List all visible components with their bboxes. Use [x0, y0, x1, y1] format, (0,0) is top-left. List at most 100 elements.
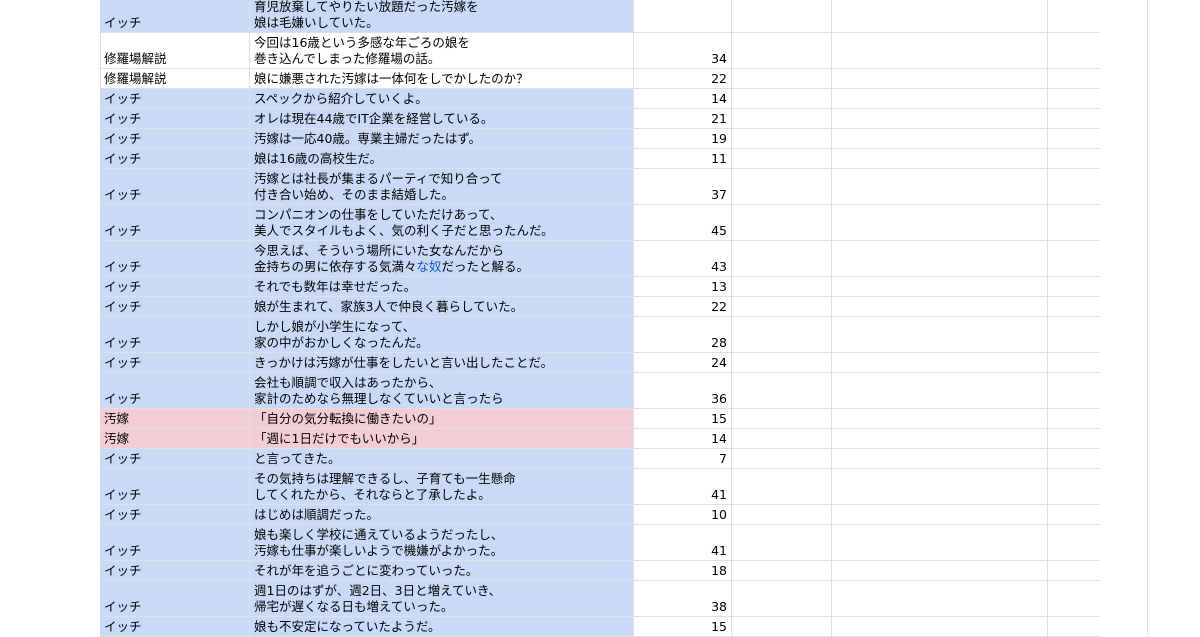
- empty-cell[interactable]: [832, 33, 1048, 68]
- empty-cell[interactable]: [1148, 241, 1200, 276]
- empty-cell[interactable]: [732, 449, 832, 468]
- speaker-cell[interactable]: 修羅場解説: [100, 69, 250, 88]
- speaker-cell[interactable]: イッチ: [100, 277, 250, 296]
- char-count-cell[interactable]: 38: [634, 581, 732, 616]
- speaker-cell[interactable]: イッチ: [100, 205, 250, 240]
- empty-cell[interactable]: [832, 449, 1048, 468]
- empty-cell[interactable]: [1048, 149, 1148, 168]
- empty-cell[interactable]: [832, 169, 1048, 204]
- speaker-cell[interactable]: イッチ: [100, 469, 250, 504]
- empty-cell[interactable]: [832, 0, 1048, 32]
- dialogue-cell[interactable]: しかし娘が小学生になって、 家の中がおかしくなったんだ。: [250, 317, 634, 352]
- empty-cell[interactable]: [1048, 353, 1148, 372]
- empty-cell[interactable]: [1048, 449, 1148, 468]
- char-count-cell[interactable]: 45: [634, 205, 732, 240]
- speaker-cell[interactable]: イッチ: [100, 169, 250, 204]
- empty-cell[interactable]: [1048, 33, 1148, 68]
- speaker-cell[interactable]: 修羅場解説: [100, 33, 250, 68]
- empty-cell[interactable]: [832, 109, 1048, 128]
- empty-cell[interactable]: [732, 429, 832, 448]
- speaker-cell[interactable]: イッチ: [100, 129, 250, 148]
- speaker-cell[interactable]: イッチ: [100, 449, 250, 468]
- dialogue-cell[interactable]: と言ってきた。: [250, 449, 634, 468]
- empty-cell[interactable]: [732, 277, 832, 296]
- char-count-cell[interactable]: 11: [634, 149, 732, 168]
- speaker-cell[interactable]: イッチ: [100, 373, 250, 408]
- char-count-cell[interactable]: 21: [634, 109, 732, 128]
- speaker-cell[interactable]: イッチ: [100, 89, 250, 108]
- empty-cell[interactable]: [832, 89, 1048, 108]
- char-count-cell[interactable]: 14: [634, 429, 732, 448]
- dialogue-cell[interactable]: 娘も楽しく学校に通えているようだったし、 汚嫁も仕事が楽しいようで機嫌がよかった。: [250, 525, 634, 560]
- empty-cell[interactable]: [1148, 109, 1200, 128]
- empty-cell[interactable]: [832, 561, 1048, 580]
- speaker-cell[interactable]: イッチ: [100, 581, 250, 616]
- empty-cell[interactable]: [732, 353, 832, 372]
- empty-cell[interactable]: [732, 525, 832, 560]
- speaker-cell[interactable]: イッチ: [100, 241, 250, 276]
- empty-cell[interactable]: [1048, 409, 1148, 428]
- empty-cell[interactable]: [1048, 277, 1148, 296]
- dialogue-cell[interactable]: 「自分の気分転換に働きたいの」: [250, 409, 634, 428]
- empty-cell[interactable]: [1048, 525, 1148, 560]
- speaker-cell[interactable]: イッチ: [100, 0, 250, 32]
- char-count-cell[interactable]: 19: [634, 129, 732, 148]
- speaker-cell[interactable]: イッチ: [100, 617, 250, 636]
- empty-cell[interactable]: [732, 241, 832, 276]
- empty-cell[interactable]: [732, 109, 832, 128]
- dialogue-cell[interactable]: 汚嫁は一応40歳。専業主婦だったはず。: [250, 129, 634, 148]
- dialogue-cell[interactable]: 会社も順調で収入はあったから、 家計のためなら無理しなくていいと言ったら: [250, 373, 634, 408]
- empty-cell[interactable]: [1048, 89, 1148, 108]
- speaker-cell[interactable]: イッチ: [100, 297, 250, 316]
- speaker-cell[interactable]: イッチ: [100, 149, 250, 168]
- empty-cell[interactable]: [1148, 449, 1200, 468]
- empty-cell[interactable]: [1148, 129, 1200, 148]
- char-count-cell[interactable]: 41: [634, 469, 732, 504]
- empty-cell[interactable]: [1148, 561, 1200, 580]
- empty-cell[interactable]: [1048, 169, 1148, 204]
- empty-cell[interactable]: [732, 205, 832, 240]
- empty-cell[interactable]: [832, 469, 1048, 504]
- empty-cell[interactable]: [1048, 581, 1148, 616]
- empty-cell[interactable]: [832, 241, 1048, 276]
- dialogue-cell[interactable]: オレは現在44歳でIT企業を経営している。: [250, 109, 634, 128]
- empty-cell[interactable]: [1048, 373, 1148, 408]
- empty-cell[interactable]: [1148, 205, 1200, 240]
- empty-cell[interactable]: [732, 297, 832, 316]
- empty-cell[interactable]: [732, 505, 832, 524]
- empty-cell[interactable]: [1148, 373, 1200, 408]
- dialogue-cell[interactable]: 娘も不安定になっていたようだ。: [250, 617, 634, 636]
- empty-cell[interactable]: [1148, 469, 1200, 504]
- empty-cell[interactable]: [1048, 129, 1148, 148]
- empty-cell[interactable]: [1148, 317, 1200, 352]
- char-count-cell[interactable]: 24: [634, 353, 732, 372]
- dialogue-cell[interactable]: 「週に1日だけでもいいから」: [250, 429, 634, 448]
- empty-cell[interactable]: [1148, 89, 1200, 108]
- dialogue-cell[interactable]: 育児放棄してやりたい放題だった汚嫁を 娘は毛嫌いしていた。: [250, 0, 634, 32]
- empty-cell[interactable]: [1048, 297, 1148, 316]
- empty-cell[interactable]: [1048, 0, 1148, 32]
- empty-cell[interactable]: [732, 129, 832, 148]
- speaker-cell[interactable]: イッチ: [100, 353, 250, 372]
- char-count-cell[interactable]: 15: [634, 409, 732, 428]
- empty-cell[interactable]: [832, 205, 1048, 240]
- dialogue-cell[interactable]: 娘が生まれて、家族3人で仲良く暮らしていた。: [250, 297, 634, 316]
- empty-cell[interactable]: [1048, 241, 1148, 276]
- speaker-cell[interactable]: イッチ: [100, 505, 250, 524]
- char-count-cell[interactable]: 41: [634, 525, 732, 560]
- empty-cell[interactable]: [1048, 561, 1148, 580]
- char-count-cell[interactable]: 22: [634, 69, 732, 88]
- empty-cell[interactable]: [832, 525, 1048, 560]
- speaker-cell[interactable]: イッチ: [100, 561, 250, 580]
- dialogue-cell[interactable]: 娘に嫌悪された汚嫁は一体何をしでかしたのか？: [250, 69, 634, 88]
- empty-cell[interactable]: [732, 0, 832, 32]
- char-count-cell[interactable]: 7: [634, 449, 732, 468]
- empty-cell[interactable]: [832, 69, 1048, 88]
- empty-cell[interactable]: [732, 169, 832, 204]
- char-count-cell[interactable]: 22: [634, 297, 732, 316]
- empty-cell[interactable]: [832, 149, 1048, 168]
- char-count-cell[interactable]: 18: [634, 561, 732, 580]
- empty-cell[interactable]: [1148, 505, 1200, 524]
- empty-cell[interactable]: [1148, 429, 1200, 448]
- speaker-cell[interactable]: 汚嫁: [100, 429, 250, 448]
